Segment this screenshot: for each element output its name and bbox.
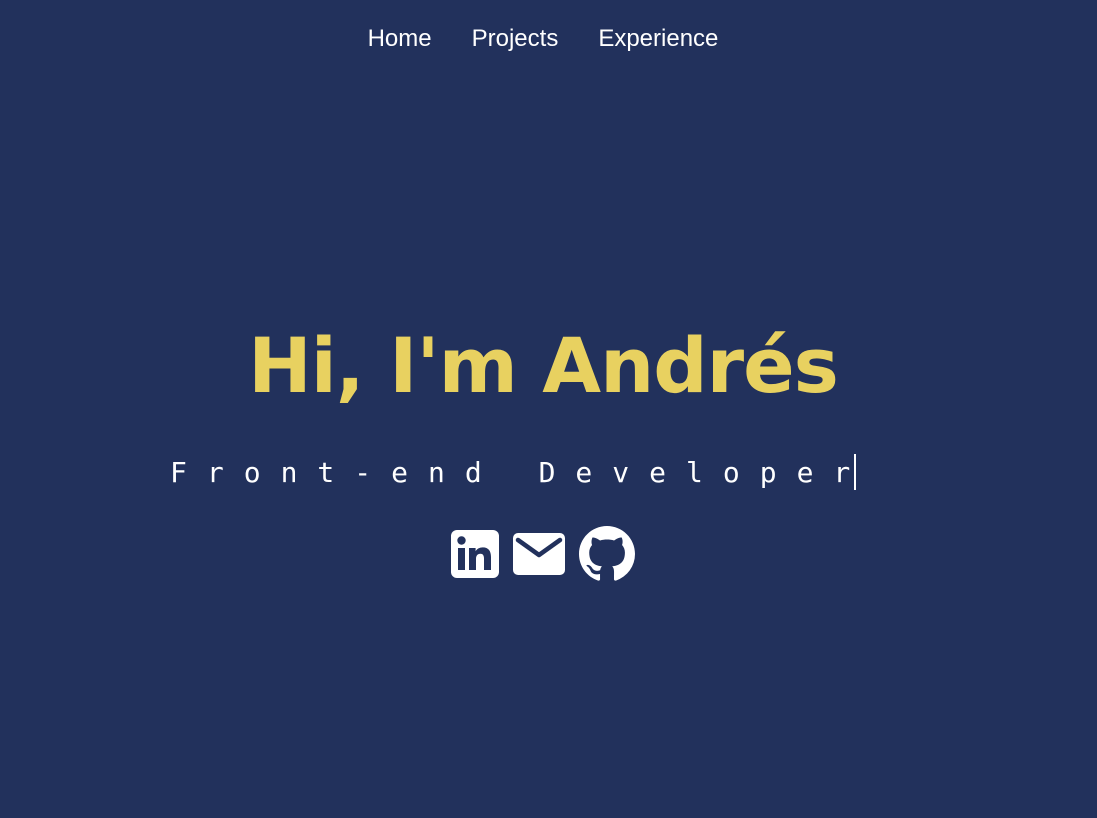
- social-links: [0, 526, 1086, 582]
- top-nav: Home Projects Experience: [0, 24, 1086, 54]
- linkedin-icon: [451, 530, 499, 578]
- linkedin-link[interactable]: [451, 530, 499, 578]
- github-icon: [579, 526, 635, 581]
- nav-link-home[interactable]: Home: [368, 24, 432, 54]
- hero-subtitle: Front-end Developer: [170, 455, 871, 489]
- hero-title: Hi, I'm Andrés: [248, 321, 839, 410]
- hero-section: Hi, I'm Andrés: [0, 318, 1086, 414]
- hero-subtitle-row: Front-end Developer: [170, 452, 857, 492]
- typing-caret: [854, 454, 857, 490]
- email-icon: [513, 533, 565, 575]
- github-link[interactable]: [579, 526, 635, 582]
- nav-link-projects[interactable]: Projects: [472, 24, 559, 54]
- nav-link-experience[interactable]: Experience: [598, 24, 718, 54]
- email-link[interactable]: [513, 533, 565, 575]
